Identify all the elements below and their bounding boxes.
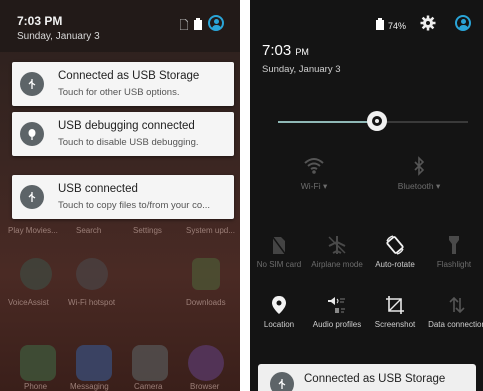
flashlight-icon (449, 236, 459, 254)
tile-label-text: Wi-Fi (300, 181, 321, 191)
tile-data-connection[interactable]: Data connection (428, 294, 483, 329)
tile-audio-profiles[interactable]: Audio profiles (308, 294, 366, 329)
app-label: Settings (133, 226, 162, 235)
battery-icon (194, 17, 202, 35)
tile-label: Flashlight (436, 260, 472, 269)
bluetooth-icon (414, 156, 425, 176)
status-header: 7:03 PM Sunday, January 3 (0, 0, 240, 52)
app-label: Phone (24, 382, 48, 391)
battery-percent: 74% (388, 21, 407, 31)
notification-title: USB debugging connected (58, 120, 195, 132)
app-label: Camera (134, 382, 163, 391)
notification-usb-storage[interactable]: Connected as USB Storage (258, 364, 476, 391)
clock-time-value: 7:03 (262, 42, 292, 59)
date-text: Sunday, January 3 (17, 31, 100, 42)
tile-label: Screenshot (374, 320, 416, 329)
notification-text: Touch for other USB options. (58, 87, 180, 98)
notification-title: USB connected (58, 183, 138, 195)
app-label: Play Movies... (8, 226, 58, 235)
usb-icon (20, 72, 44, 96)
tile-flashlight[interactable]: Flashlight (425, 234, 483, 269)
app-label: Browser (190, 382, 220, 391)
audio-profiles-icon (328, 297, 345, 313)
auto-rotate-icon (386, 235, 404, 255)
tile-label: Data connection (428, 320, 483, 329)
phone-app-icon[interactable] (20, 345, 56, 381)
date-text: Sunday, January 3 (262, 64, 341, 75)
user-avatar-icon[interactable] (208, 15, 224, 31)
notification-usb-storage[interactable]: Connected as USB Storage Touch for other… (12, 62, 234, 106)
notification-text: Touch to copy files to/from your co... (58, 200, 211, 211)
airplane-icon (328, 236, 346, 254)
tile-screenshot[interactable]: Screenshot (366, 294, 424, 329)
brightness-slider-fill (278, 121, 377, 123)
usb-icon (20, 185, 44, 209)
tile-label: Audio profiles (312, 320, 362, 329)
location-icon (272, 296, 286, 314)
tile-label: Airplane mode (311, 260, 363, 269)
tile-bluetooth[interactable]: Bluetooth ▾ (390, 155, 448, 192)
wifi-hotspot-app-icon[interactable] (76, 258, 108, 290)
tile-label: Bluetooth ▾ (397, 181, 441, 191)
brightness-icon[interactable] (366, 111, 387, 131)
app-label: Search (76, 226, 102, 235)
tile-label-text: Bluetooth (397, 181, 434, 191)
clock-time-suffix: PM (295, 47, 309, 57)
clock-time: 7:03 PM (17, 14, 63, 28)
voiceassist-app-icon[interactable] (20, 258, 52, 290)
clock-time: 7:03 PM (262, 42, 309, 59)
tile-label: Wi-Fi ▾ (300, 181, 328, 191)
notification-title: Connected as USB Storage (58, 70, 200, 82)
screenshot-icon (386, 296, 404, 314)
notification-shade-screen: Play Movies... Search Settings System up… (0, 0, 240, 391)
bug-icon (20, 122, 44, 146)
app-label: System upd... (186, 226, 235, 235)
data-connection-icon (449, 296, 465, 314)
tile-no-sim[interactable]: No SIM card (250, 234, 308, 269)
app-label: Downloads (186, 298, 226, 307)
battery-icon (376, 18, 384, 32)
tile-airplane-mode[interactable]: Airplane mode (308, 234, 366, 269)
notification-usb-connected[interactable]: USB connected Touch to copy files to/fro… (12, 175, 234, 219)
camera-app-icon[interactable] (132, 345, 168, 381)
notification-text: Touch to disable USB debugging. (58, 137, 199, 148)
downloads-app-icon[interactable] (192, 258, 220, 290)
tile-location[interactable]: Location (250, 294, 308, 329)
app-label: VoiceAssist (8, 298, 49, 307)
user-avatar-icon[interactable] (455, 15, 471, 31)
quick-settings-screen: 74% 7:03 PM Sunday, January 3 Wi-Fi ▾ Bl… (250, 0, 483, 391)
usb-icon (270, 372, 294, 391)
tile-wifi[interactable]: Wi-Fi ▾ (285, 155, 343, 192)
notification-usb-debugging[interactable]: USB debugging connected Touch to disable… (12, 112, 234, 156)
gear-icon[interactable] (420, 15, 436, 33)
tile-label: Auto-rotate (375, 260, 415, 269)
no-sim-icon (179, 17, 189, 35)
notification-title: Connected as USB Storage (304, 373, 446, 385)
tile-auto-rotate[interactable]: Auto-rotate (366, 234, 424, 269)
no-sim-icon (272, 235, 286, 256)
tile-label: No SIM card (256, 260, 302, 269)
messaging-app-icon[interactable] (76, 345, 112, 381)
tile-label: Location (263, 320, 295, 329)
app-label: Messaging (70, 382, 109, 391)
wifi-icon (304, 158, 324, 174)
browser-app-icon[interactable] (188, 345, 224, 381)
app-label: Wi-Fi hotspot (68, 298, 116, 307)
